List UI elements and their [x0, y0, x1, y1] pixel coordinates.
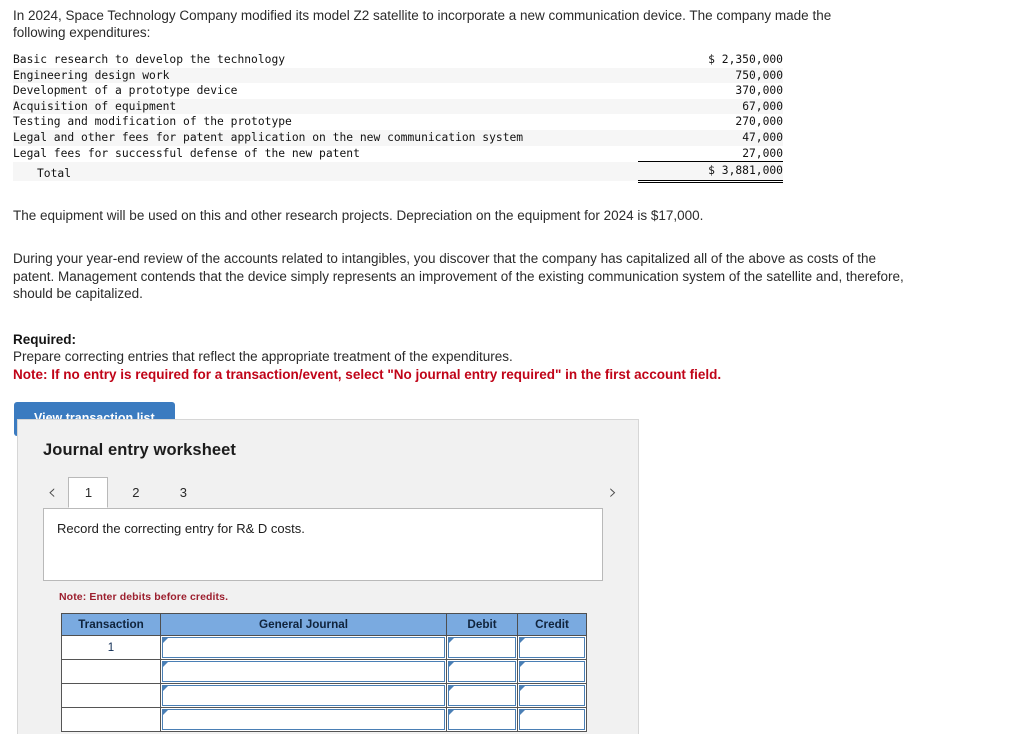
credit-cell[interactable] — [517, 635, 587, 660]
expenditure-label: Legal fees for successful defense of the… — [13, 145, 638, 162]
expenditure-label: Basic research to develop the technology — [13, 52, 638, 68]
required-block: Required: Prepare correcting entries tha… — [13, 331, 1035, 384]
journal-table-header-row: Transaction General Journal Debit Credit — [61, 613, 587, 636]
general-journal-select-4[interactable] — [162, 709, 445, 730]
table-row: 1 — [61, 635, 587, 660]
tab-3[interactable]: 3 — [163, 477, 203, 508]
column-header-credit: Credit — [517, 613, 587, 636]
chevron-right-icon[interactable]: › — [604, 477, 622, 507]
required-heading: Required: — [13, 331, 77, 347]
table-row: Engineering design work 750,000 — [13, 67, 783, 84]
expenditures-table-body: Basic research to develop the technology… — [13, 52, 783, 183]
table-row: Legal and other fees for patent applicat… — [13, 129, 783, 146]
debits-before-credits-note: Note: Enter debits before credits. — [59, 591, 229, 603]
general-journal-cell[interactable] — [160, 635, 447, 660]
table-row: Development of a prototype device 370,00… — [13, 83, 783, 99]
general-journal-cell[interactable] — [160, 659, 447, 684]
credit-input-2[interactable] — [519, 661, 585, 682]
credit-input-3[interactable] — [519, 685, 585, 706]
expenditure-amount: 270,000 — [638, 114, 783, 130]
expenditure-label: Engineering design work — [13, 67, 638, 84]
column-header-general-journal: General Journal — [160, 613, 447, 636]
required-note: Note: If no entry is required for a tran… — [13, 366, 722, 382]
general-journal-select-2[interactable] — [162, 661, 445, 682]
table-row: Acquisition of equipment 67,000 — [13, 98, 783, 115]
worksheet-prompt-text: Record the correcting entry for R& D cos… — [57, 521, 305, 536]
column-header-transaction: Transaction — [61, 613, 161, 636]
debit-input-3[interactable] — [448, 685, 516, 706]
general-journal-select-1[interactable] — [162, 637, 445, 658]
credit-input-1[interactable] — [519, 637, 585, 658]
transaction-number — [61, 683, 161, 708]
expenditures-table-wrap: Basic research to develop the technology… — [13, 52, 783, 183]
tab-2[interactable]: 2 — [116, 477, 156, 508]
journal-table-head: Transaction General Journal Debit Credit — [61, 613, 587, 636]
required-instruction: Prepare correcting entries that reflect … — [13, 349, 513, 365]
column-header-debit: Debit — [446, 613, 518, 636]
general-journal-select-3[interactable] — [162, 685, 445, 706]
debit-input-1[interactable] — [448, 637, 516, 658]
table-row: Legal fees for successful defense of the… — [13, 145, 783, 162]
equipment-note-paragraph: The equipment will be used on this and o… — [13, 207, 704, 223]
debit-cell[interactable] — [446, 659, 518, 684]
expenditure-amount: 67,000 — [638, 98, 783, 115]
expenditure-label: Development of a prototype device — [13, 83, 638, 99]
transaction-number — [61, 707, 161, 732]
general-journal-cell[interactable] — [160, 707, 447, 732]
credit-cell[interactable] — [517, 683, 587, 708]
expenditure-label: Acquisition of equipment — [13, 98, 638, 115]
table-row — [61, 659, 587, 684]
expenditures-total-amount: $ 3,881,000 — [638, 161, 783, 183]
credit-cell[interactable] — [517, 659, 587, 684]
intro-paragraph: In 2024, Space Technology Company modifi… — [13, 8, 832, 40]
expenditure-amount: 750,000 — [638, 67, 783, 84]
transaction-number: 1 — [61, 635, 161, 660]
debit-input-2[interactable] — [448, 661, 516, 682]
expenditure-label: Legal and other fees for patent applicat… — [13, 129, 638, 146]
expenditures-total-label: Total — [13, 161, 638, 182]
table-row: Basic research to develop the technology… — [13, 52, 783, 68]
question-page: In 2024, Space Technology Company modifi… — [0, 0, 1035, 734]
worksheet-tabs: ‹ 1 2 3 › — [18, 477, 638, 509]
table-row: Testing and modification of the prototyp… — [13, 114, 783, 130]
expenditure-label: Testing and modification of the prototyp… — [13, 114, 638, 130]
expenditures-table: Basic research to develop the technology… — [13, 52, 783, 183]
table-row — [61, 683, 587, 708]
expenditure-amount: $ 2,350,000 — [638, 52, 783, 68]
chevron-left-icon[interactable]: ‹ — [43, 477, 61, 507]
worksheet-prompt-box: Record the correcting entry for R& D cos… — [43, 508, 603, 581]
journal-entry-worksheet-panel: Journal entry worksheet ‹ 1 2 3 › Record… — [17, 419, 639, 734]
expenditure-amount: 370,000 — [638, 83, 783, 99]
expenditures-total-row: Total $ 3,881,000 — [13, 161, 783, 183]
transaction-number — [61, 659, 161, 684]
debit-cell[interactable] — [446, 683, 518, 708]
worksheet-title: Journal entry worksheet — [43, 441, 237, 459]
table-row — [61, 707, 587, 732]
tab-1[interactable]: 1 — [68, 477, 109, 508]
journal-table-wrap: Transaction General Journal Debit Credit… — [61, 613, 587, 732]
credit-cell[interactable] — [517, 707, 587, 732]
general-journal-cell[interactable] — [160, 683, 447, 708]
debit-cell[interactable] — [446, 635, 518, 660]
debit-cell[interactable] — [446, 707, 518, 732]
journal-entry-table: Transaction General Journal Debit Credit… — [61, 613, 587, 732]
credit-input-4[interactable] — [519, 709, 585, 730]
review-note-paragraph: During your year-end review of the accou… — [13, 251, 904, 302]
expenditure-amount: 47,000 — [638, 129, 783, 146]
journal-table-body: 1 — [61, 635, 587, 732]
debit-input-4[interactable] — [448, 709, 516, 730]
expenditure-amount: 27,000 — [638, 145, 783, 162]
